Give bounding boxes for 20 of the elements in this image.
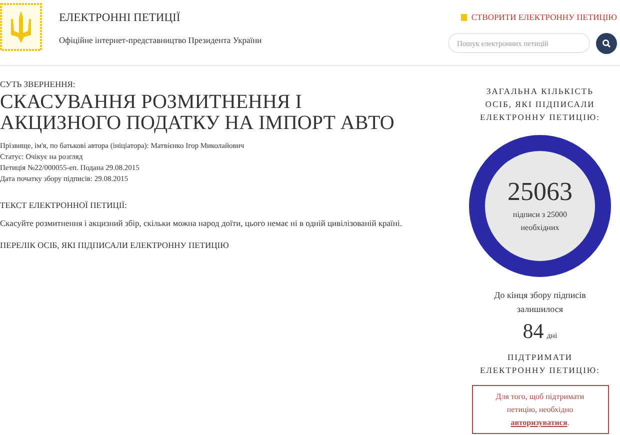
subject-label: СУТЬ ЗВЕРНЕННЯ: [0,79,76,89]
create-petition-link[interactable]: СТВОРИТИ ЕЛЕКТРОННУ ПЕТИЦІЮ [461,11,617,24]
signature-count: 25063 [508,178,572,204]
petition-title: СКАСУВАННЯ РОЗМИТНЕННЯ І АКЦИЗНОГО ПОДАТКУ НА ІМПОРТ АВТО [0,92,396,134]
petition-text-label: ТЕКСТ ЕЛЕКТРОННОЇ ПЕТИЦІЇ: [0,199,128,212]
signature-caption: підписи з 25000 необхідних [512,208,568,234]
signatures-heading: ЗАГАЛЬНА КІЛЬКІСТЬ ОСІБ, ЯКІ ПІДПИСАЛИ ЕЛЕКТРОННУ ПЕТИЦІЮ: [478,85,602,124]
login-link[interactable]: авторизуватися [510,418,568,427]
search-button[interactable] [596,32,617,54]
site-subtitle: Офіційне інтернет-представництво Президента України [59,34,262,47]
remaining-label: До кінця збору підписів залишилося [493,289,587,316]
search-icon [602,38,611,48]
login-notice: Для того, щоб підтримати петицію, необхідно авторизуватися. [494,391,586,429]
site-title: ЕЛЕКТРОННІ ПЕТИЦІЇ [59,11,182,25]
petition-text: Скасуйте розмитнення і акцизний збір, скільки можна народ доїти, цього немає ні в одній цивілізованій країні. [0,216,403,230]
days-count: 84 [522,319,544,343]
document-icon [461,14,468,21]
signers-list-link[interactable]: ПЕРЕЛІК ОСІБ, ЯКІ ПІДПИСАЛИ ЕЛЕКТРОННУ ПЕТИЦІЮ [0,238,460,252]
support-heading: ПІДТРИМАТИ ЕЛЕКТРОННУ ПЕТИЦІЮ: [478,351,602,377]
days-unit: дні [546,330,558,342]
